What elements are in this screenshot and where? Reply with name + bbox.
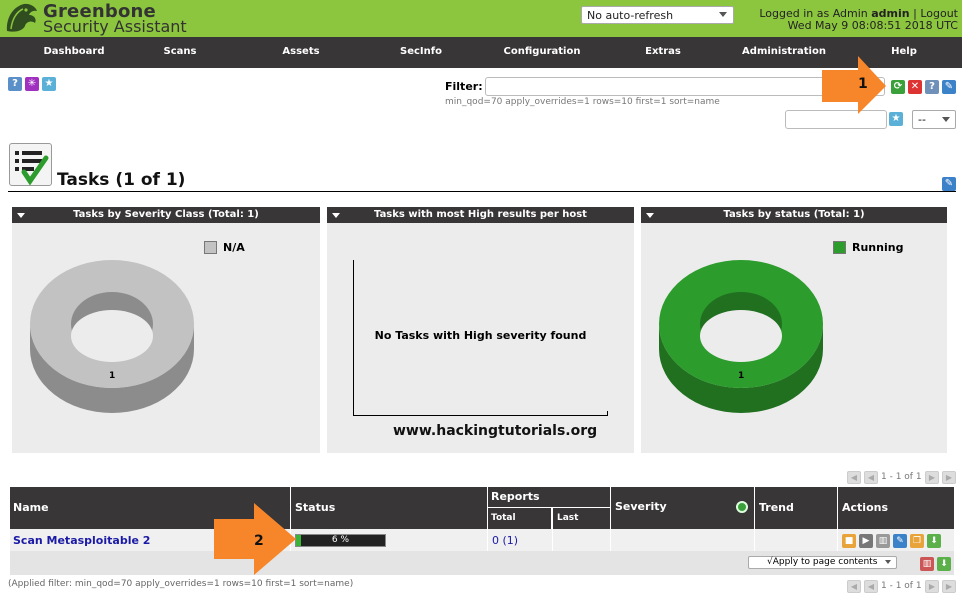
wizard-icon[interactable]: ✳ [25,77,39,91]
bulk-trash-icon[interactable]: ▥ [920,557,934,571]
filter-label: Filter: [445,80,483,93]
resume-icon[interactable]: ▶ [859,534,873,548]
callout-arrow-1 [822,56,886,114]
bulk-apply-label: √Apply to page contents [767,557,878,567]
main-nav: Dashboard Scans Assets SecInfo Configura… [0,37,962,68]
high-results-title: Tasks with most High results per host [374,209,587,220]
col-header-reports: Reports [488,487,610,507]
refresh-icon[interactable]: ⟳ [891,80,905,94]
col-header-severity[interactable]: Severity [611,487,754,529]
col-header-status[interactable]: Status [291,487,487,529]
first-page-icon[interactable]: ◀ [847,471,861,484]
auto-refresh-value: No auto-refresh [587,9,674,22]
nav-dashboard[interactable]: Dashboard [44,46,105,57]
edit-filter-icon[interactable]: ✎ [942,80,956,94]
edit-icon[interactable]: ✎ [893,534,907,548]
cell-divider [837,529,838,551]
nav-help[interactable]: Help [891,46,917,57]
greenbone-logo[interactable] [4,1,40,35]
header-bar: Greenbone Security Assistant No auto-ref… [0,0,962,37]
table-row [10,529,954,551]
nav-extras[interactable]: Extras [645,46,681,57]
nav-administration[interactable]: Administration [742,46,826,57]
pagination-bottom-text: 1 - 1 of 1 [881,581,922,591]
high-results-header[interactable]: Tasks with most High results per host [327,207,634,223]
help-icon[interactable]: ? [8,77,22,91]
trash-icon[interactable]: ▥ [876,534,890,548]
next-page-icon[interactable]: ▶ [925,471,939,484]
cell-divider [610,529,611,551]
col-header-total[interactable]: Total [488,508,551,529]
export-icon[interactable]: ⬇ [927,534,941,548]
reset-filter-icon[interactable]: ✕ [908,80,922,94]
last-page-icon[interactable]: ▶ [942,580,956,593]
prev-page-icon[interactable]: ◀ [864,580,878,593]
cell-divider [552,529,553,551]
saved-filter-select[interactable]: -- [912,110,956,129]
prev-page-icon[interactable]: ◀ [864,471,878,484]
col-header-trend[interactable]: Trend [755,487,837,529]
new-task-icon[interactable]: ★ [42,77,56,91]
watermark-text: www.hackingtutorials.org [393,423,598,439]
reports-total-link[interactable]: 0 (1) [492,534,518,547]
col-header-last[interactable]: Last [553,508,610,529]
bulk-export-icon[interactable]: ⬇ [937,557,951,571]
x-axis-tick [607,411,608,416]
callout-number-2: 2 [254,533,264,549]
saved-filter-value: -- [918,113,926,126]
brand-subtitle: Security Assistant [43,17,187,36]
datetime: Wed May 9 08:08:51 2018 UTC [787,19,958,32]
last-page-icon[interactable]: ▶ [942,471,956,484]
tasks-icon [9,143,52,186]
clone-icon[interactable]: ❐ [910,534,924,548]
task-name-link[interactable]: Scan Metasploitable 2 [13,534,150,547]
bulk-apply-select[interactable]: √Apply to page contents [748,556,897,569]
status-slice-label: 1 [738,371,745,381]
title-divider [8,191,956,192]
current-filter-text: min_qod=70 apply_overrides=1 rows=10 fir… [445,97,720,107]
task-progress-bar: 6 % [295,534,386,547]
applied-filter-text: (Applied filter: min_qod=70 apply_overri… [8,579,354,589]
nav-secinfo[interactable]: SecInfo [400,46,442,57]
col-header-actions: Actions [838,487,954,529]
filter-help-icon[interactable]: ? [925,80,939,94]
x-axis [353,415,607,416]
auto-refresh-select[interactable]: No auto-refresh [581,6,734,24]
save-filter-icon[interactable]: ★ [889,112,903,126]
login-info: Logged in as Admin admin | Logout Wed Ma… [759,7,958,32]
first-page-icon[interactable]: ◀ [847,580,861,593]
severity-chart-panel: Tasks by Severity Class (Total: 1) N/A 1 [12,207,320,453]
stop-icon[interactable]: ■ [842,534,856,548]
nav-assets[interactable]: Assets [282,46,319,57]
page-title: Tasks (1 of 1) [57,170,186,190]
chevron-down-icon [942,117,950,122]
status-chart-panel: Tasks by status (Total: 1) Running 1 [641,207,947,453]
next-page-icon[interactable]: ▶ [925,580,939,593]
nav-scans[interactable]: Scans [164,46,197,57]
callout-number-1: 1 [858,76,868,92]
nav-configuration[interactable]: Configuration [504,46,581,57]
severity-donut-chart [30,260,194,413]
cell-divider [754,529,755,551]
pagination-top-text: 1 - 1 of 1 [881,472,922,482]
chevron-down-icon [885,560,891,564]
status-donut-hole [700,310,782,362]
overrides-icon[interactable] [736,501,748,513]
no-data-message: No Tasks with High severity found [374,329,587,342]
severity-donut-hole [71,310,153,362]
edit-dashboard-icon[interactable]: ✎ [942,177,956,191]
progress-text: 6 % [331,535,350,545]
cell-divider [487,529,488,551]
collapse-icon[interactable] [332,213,340,218]
severity-slice-label: 1 [109,371,116,381]
high-results-panel: Tasks with most High results per host No… [327,207,634,453]
status-donut-chart [659,260,823,413]
chevron-down-icon [719,12,727,17]
